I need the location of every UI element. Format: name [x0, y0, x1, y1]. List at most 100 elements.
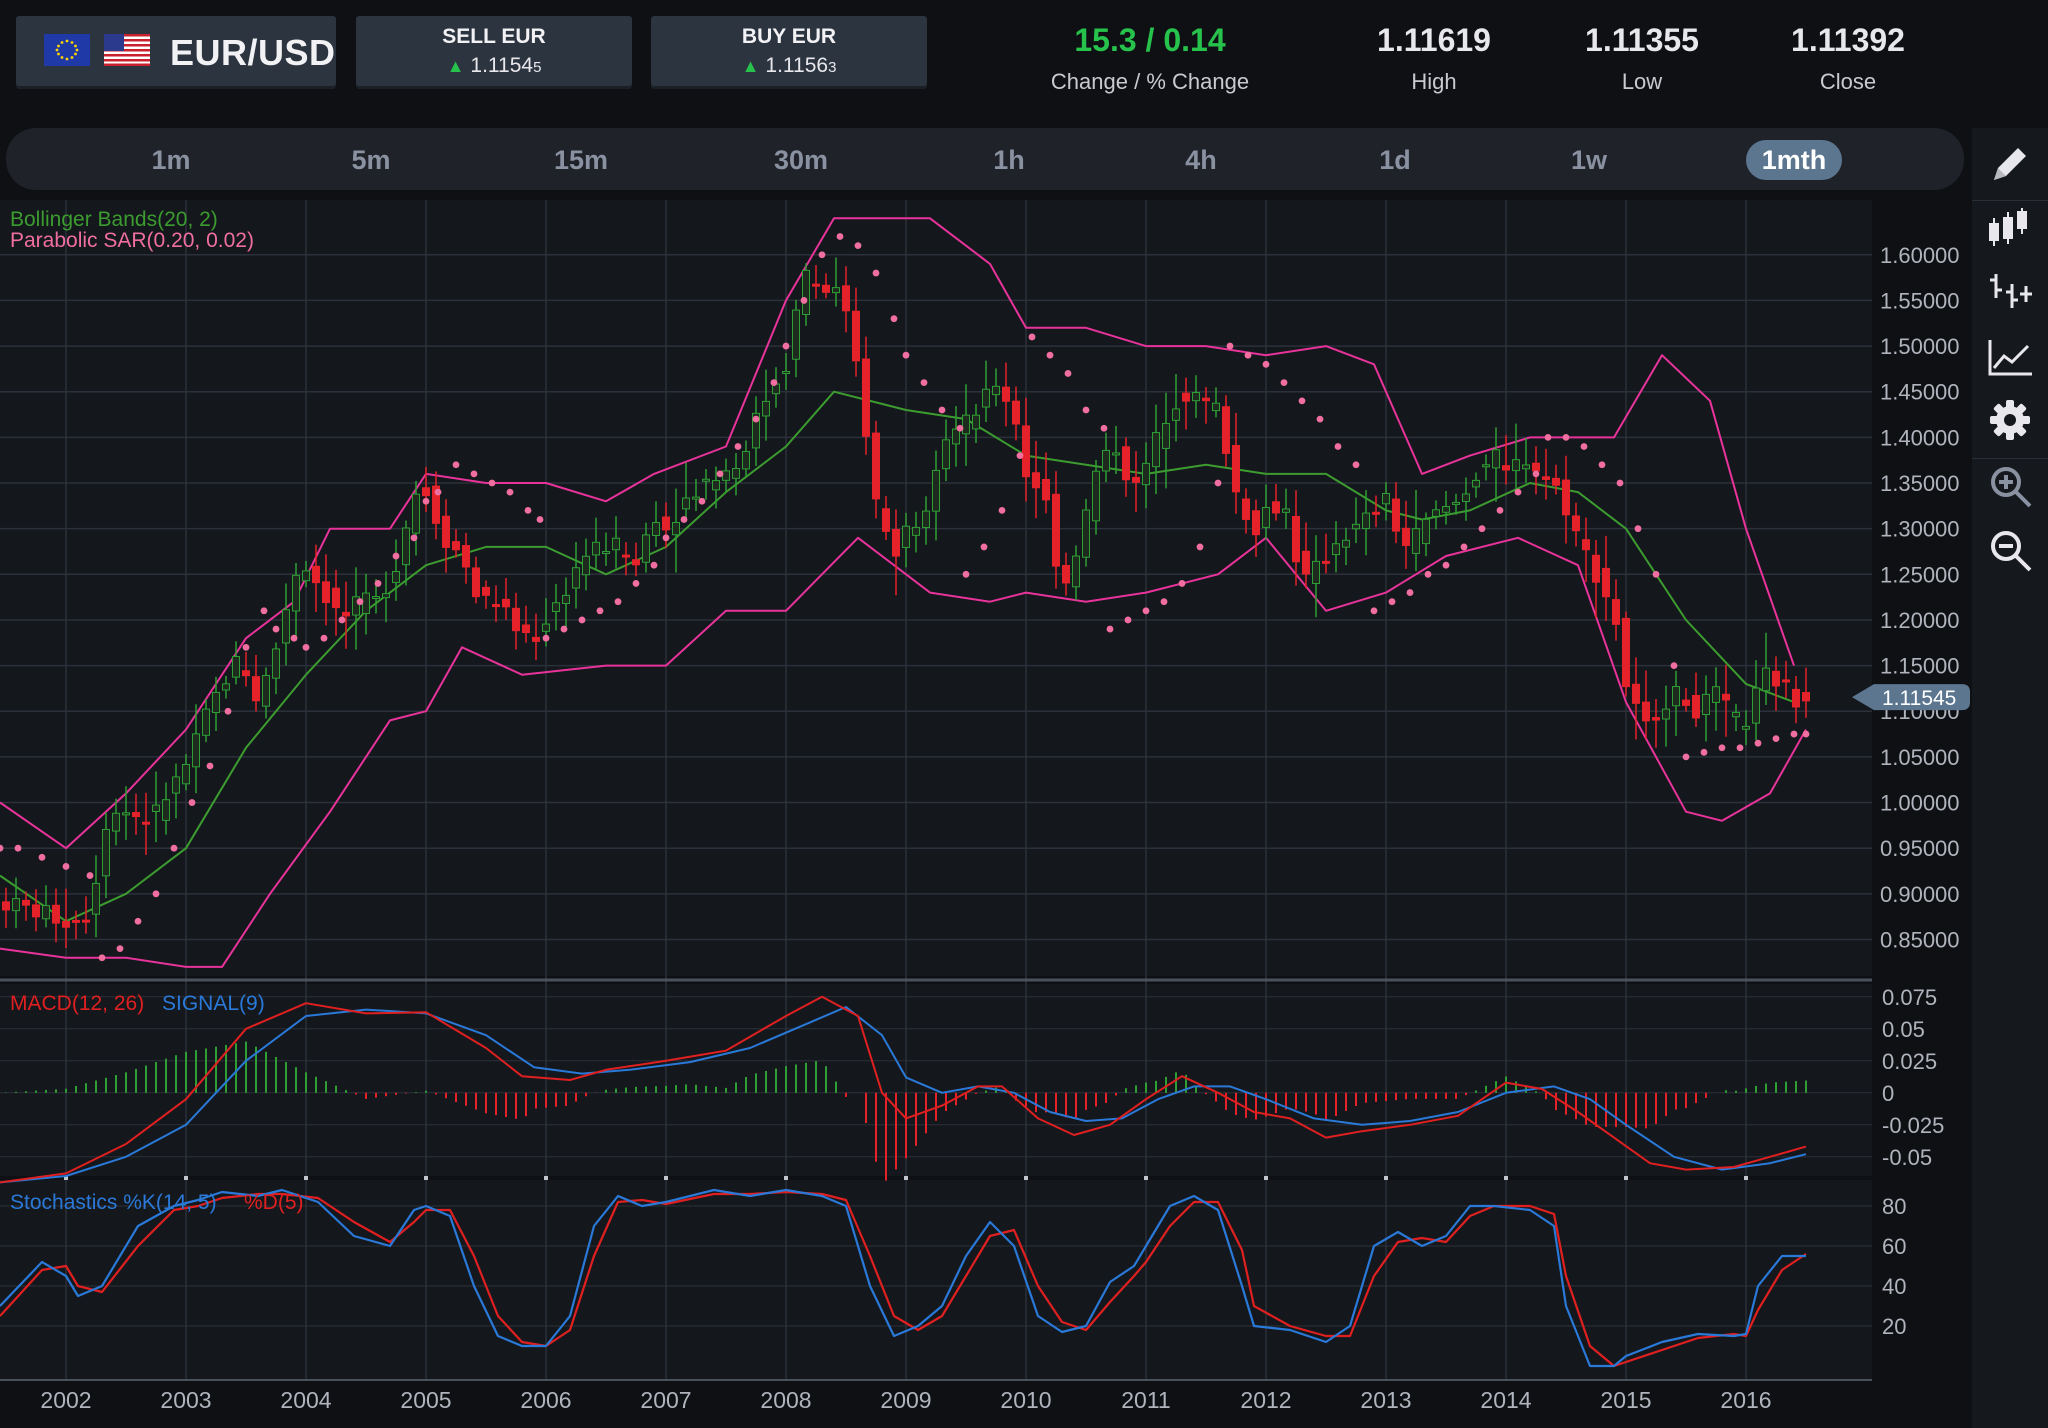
- high-value: 1.11619: [1377, 22, 1491, 58]
- chart-area[interactable]: 2002 2003 2004 2005 2006 2007 2008 2009 2010 2011…: [0, 196, 1972, 1428]
- x-tick-label: 2002: [40, 1387, 91, 1413]
- low-label: Low: [1621, 69, 1663, 94]
- candle-body: [1562, 479, 1570, 516]
- candle-body: [742, 451, 750, 470]
- candle-body: [1752, 687, 1760, 724]
- x-tick-label: 2005: [400, 1387, 451, 1413]
- close-stat: 1.11392 Close: [1788, 22, 1908, 95]
- high-label: High: [1411, 69, 1457, 94]
- sar-dot: [272, 625, 280, 633]
- candle-body: [1172, 408, 1180, 421]
- sar-dot: [542, 634, 550, 642]
- sar-dot: [356, 598, 364, 606]
- candlestick-icon[interactable]: [1986, 204, 2034, 252]
- x-tick-label: 2007: [640, 1387, 691, 1413]
- sar-dot: [14, 844, 22, 852]
- y-tick-label: 1.40000: [1880, 425, 1960, 450]
- sar-dot: [1124, 616, 1132, 624]
- sar-dot: [1424, 570, 1432, 578]
- buy-button[interactable]: BUY EUR ▲ 1.11563: [651, 16, 927, 86]
- candle-body: [1242, 498, 1250, 520]
- y-tick-label: 1.50000: [1880, 334, 1960, 359]
- sar-dot: [920, 379, 928, 386]
- sar-dot: [1280, 379, 1288, 386]
- x-tick-label: 2014: [1480, 1387, 1531, 1413]
- x-tick-label: 2009: [880, 1387, 931, 1413]
- ohlc-icon[interactable]: [1986, 268, 2034, 316]
- sar-dot: [452, 461, 460, 469]
- sell-button[interactable]: SELL EUR ▲ 1.11545: [356, 16, 632, 86]
- candle-body: [82, 919, 90, 923]
- candle-body: [1542, 476, 1550, 480]
- candle-body: [462, 545, 470, 568]
- candle-body: [612, 537, 620, 551]
- x-tick-label: 2012: [1240, 1387, 1291, 1413]
- x-tick-label: 2006: [520, 1387, 571, 1413]
- sar-dot: [956, 424, 964, 432]
- tab-1w[interactable]: 1w: [1544, 140, 1634, 180]
- candle-body: [302, 570, 310, 582]
- sar-dot: [1334, 443, 1342, 450]
- tab-1mth[interactable]: 1mth: [1746, 140, 1842, 180]
- y-tick-label: 0.95000: [1880, 836, 1960, 861]
- line-chart-icon[interactable]: [1986, 332, 2034, 380]
- y-tick-label: 1.00000: [1880, 791, 1960, 816]
- candle-body: [642, 534, 650, 563]
- sar-dot: [1262, 360, 1270, 368]
- candle-body: [382, 593, 390, 599]
- candle-body: [192, 733, 200, 768]
- candle-body: [312, 565, 320, 584]
- candle-body: [1082, 509, 1090, 558]
- tab-30m[interactable]: 30m: [756, 140, 846, 180]
- candle-body: [762, 400, 770, 417]
- candle-body: [1762, 667, 1770, 692]
- candle-body: [1582, 539, 1590, 551]
- stoch-y-tick-label: 80: [1882, 1194, 1906, 1219]
- candle-body: [962, 414, 970, 435]
- pane-divider-dot: [784, 1176, 788, 1180]
- pencil-icon[interactable]: [1986, 140, 2034, 188]
- stoch-y-tick-label: 40: [1882, 1274, 1906, 1299]
- tab-1m[interactable]: 1m: [126, 140, 216, 180]
- tab-4h[interactable]: 4h: [1156, 140, 1246, 180]
- sar-dot: [302, 643, 310, 651]
- candle-body: [682, 497, 690, 510]
- sar-dot: [1370, 607, 1378, 615]
- sar-dot: [1064, 370, 1072, 377]
- sell-price: ▲ 1.11545: [446, 54, 542, 77]
- sar-dot: [98, 954, 106, 962]
- candle-body: [1122, 446, 1130, 481]
- gear-icon[interactable]: [1986, 396, 2034, 444]
- zoom-in-icon[interactable]: [1986, 462, 2034, 510]
- zoom-out-icon[interactable]: [1986, 526, 2034, 574]
- sar-dot: [1754, 739, 1762, 747]
- candle-body: [1462, 493, 1470, 502]
- sar-dot: [752, 415, 760, 423]
- tab-15m[interactable]: 15m: [536, 140, 626, 180]
- candle-body: [442, 515, 450, 548]
- candle-body: [102, 828, 110, 877]
- candle-body: [782, 371, 790, 375]
- sar-dot: [320, 634, 328, 642]
- candle-body: [1022, 425, 1030, 478]
- pair-selector[interactable]: EUR/USD: [16, 16, 336, 86]
- sar-dot: [1802, 730, 1810, 738]
- candle-body: [142, 821, 150, 825]
- pane-divider-dot: [424, 1176, 428, 1180]
- candle-body: [1232, 445, 1240, 493]
- sar-dot: [1142, 607, 1150, 615]
- candle-body: [1732, 711, 1740, 718]
- tab-1h[interactable]: 1h: [964, 140, 1054, 180]
- candle-body: [282, 609, 290, 644]
- candle-body: [1502, 465, 1510, 471]
- candle-body: [862, 358, 870, 437]
- sell-label: SELL EUR: [442, 25, 546, 48]
- sar-dot: [1598, 461, 1606, 469]
- tab-1d[interactable]: 1d: [1350, 140, 1440, 180]
- tab-5m[interactable]: 5m: [326, 140, 416, 180]
- candle-body: [182, 763, 190, 785]
- sar-dot: [1670, 662, 1678, 669]
- candle-body: [652, 522, 660, 537]
- candle-body: [792, 309, 800, 360]
- y-tick-label: 1.30000: [1880, 517, 1960, 542]
